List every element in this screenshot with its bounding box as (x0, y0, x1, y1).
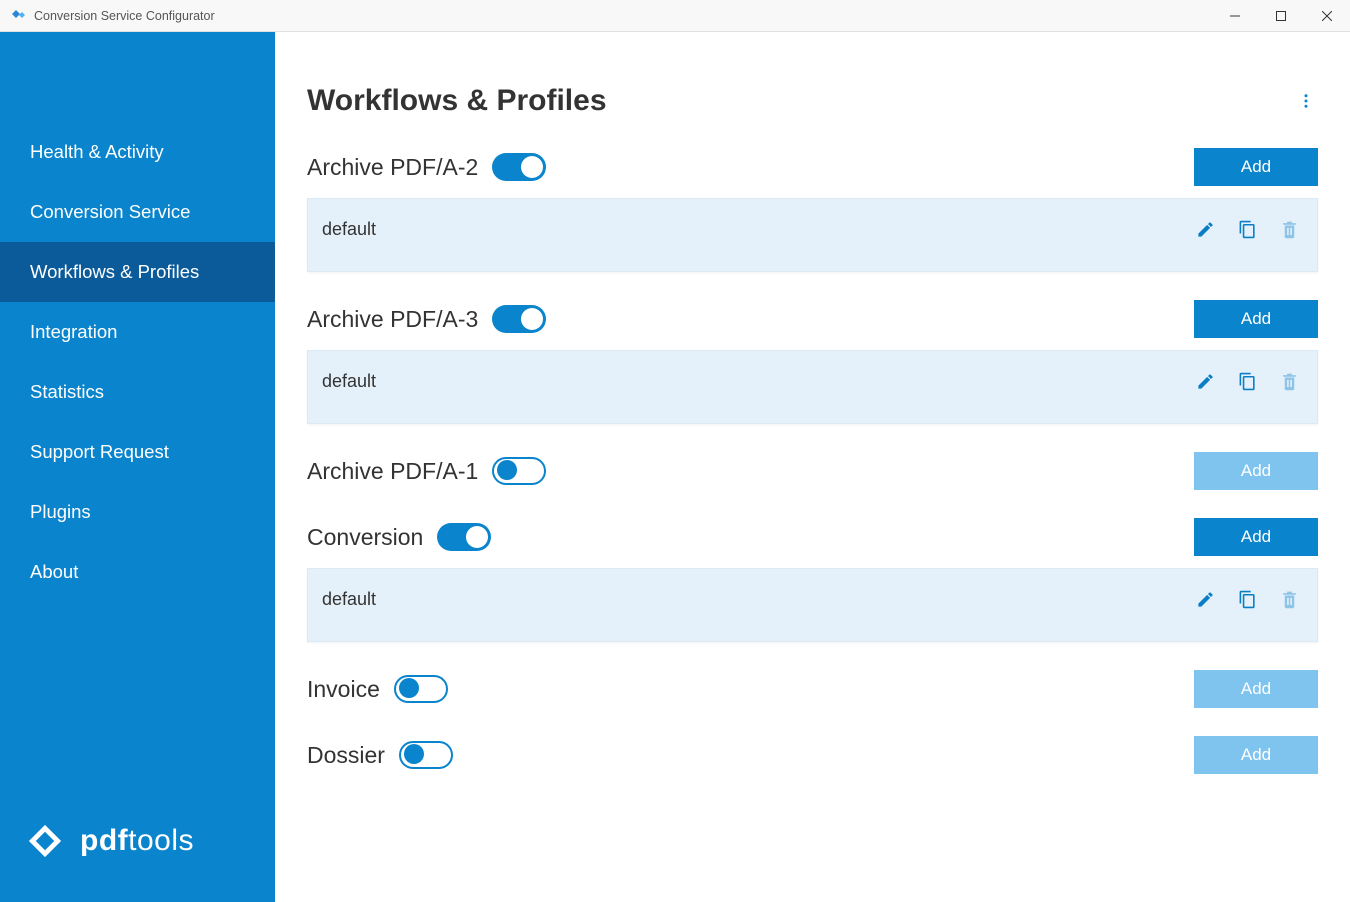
page-title: Workflows & Profiles (307, 84, 607, 118)
delete-profile-button[interactable] (1279, 371, 1299, 391)
edit-profile-button-icon (1196, 372, 1215, 391)
maximize-button[interactable] (1258, 0, 1304, 32)
workflow: Archive PDF/A-1 Add (307, 452, 1318, 490)
profile-actions (1195, 589, 1299, 609)
workflow-header: Dossier Add (307, 736, 1318, 774)
workflow-title: Archive PDF/A-1 (307, 458, 478, 485)
page-menu-button[interactable] (1294, 89, 1318, 113)
workflow-title: Conversion (307, 524, 423, 551)
profile-row[interactable]: default (307, 198, 1318, 272)
add-profile-button[interactable]: Add (1194, 148, 1318, 186)
workflow-toggle[interactable] (492, 457, 546, 485)
workflow-header: Archive PDF/A-1 Add (307, 452, 1318, 490)
window-controls (1212, 0, 1350, 32)
workflow-header: Archive PDF/A-2 Add (307, 148, 1318, 186)
sidebar-item-conversion-service[interactable]: Conversion Service (0, 182, 275, 242)
workflow-header: Conversion Add (307, 518, 1318, 556)
profile-actions (1195, 371, 1299, 391)
workflow-title: Invoice (307, 676, 380, 703)
workflow: Dossier Add (307, 736, 1318, 774)
add-profile-button: Add (1194, 736, 1318, 774)
workflow-header: Archive PDF/A-3 Add (307, 300, 1318, 338)
workflow: Archive PDF/A-3 Add default (307, 300, 1318, 424)
profile-name: default (322, 219, 376, 240)
duplicate-profile-button[interactable] (1237, 589, 1257, 609)
delete-profile-button[interactable] (1279, 219, 1299, 239)
sidebar-item-about[interactable]: About (0, 542, 275, 602)
sidebar-item-health-activity[interactable]: Health & Activity (0, 122, 275, 182)
edit-profile-button[interactable] (1195, 219, 1215, 239)
vertical-dots-icon (1297, 92, 1315, 110)
workflow-toggle[interactable] (492, 153, 546, 181)
page-header: Workflows & Profiles (307, 84, 1318, 118)
sidebar-item-support-request[interactable]: Support Request (0, 422, 275, 482)
pdftools-logo-icon (22, 820, 68, 862)
brand-text: pdftools (80, 824, 194, 858)
add-profile-button: Add (1194, 670, 1318, 708)
window-title: Conversion Service Configurator (34, 9, 215, 23)
edit-profile-button-icon (1196, 590, 1215, 609)
workflow: Invoice Add (307, 670, 1318, 708)
sidebar-item-workflows-profiles[interactable]: Workflows & Profiles (0, 242, 275, 302)
delete-profile-button-icon (1280, 220, 1299, 239)
edit-profile-button[interactable] (1195, 589, 1215, 609)
sidebar-item-statistics[interactable]: Statistics (0, 362, 275, 422)
sidebar-item-plugins[interactable]: Plugins (0, 482, 275, 542)
duplicate-profile-button-icon (1238, 220, 1257, 239)
profile-name: default (322, 371, 376, 392)
minimize-button[interactable] (1212, 0, 1258, 32)
workflow-toggle[interactable] (437, 523, 491, 551)
add-profile-button[interactable]: Add (1194, 518, 1318, 556)
main-content: Workflows & Profiles Archive PDF/A-2 Add d… (275, 32, 1350, 902)
workflow-title: Dossier (307, 742, 385, 769)
delete-profile-button-icon (1280, 372, 1299, 391)
edit-profile-button[interactable] (1195, 371, 1215, 391)
workflow-toggle[interactable] (394, 675, 448, 703)
profile-row[interactable]: default (307, 350, 1318, 424)
sidebar-brand: pdftools (0, 820, 275, 902)
add-profile-button[interactable]: Add (1194, 300, 1318, 338)
workflow-toggle[interactable] (399, 741, 453, 769)
sidebar-item-integration[interactable]: Integration (0, 302, 275, 362)
close-button[interactable] (1304, 0, 1350, 32)
edit-profile-button-icon (1196, 220, 1215, 239)
profile-actions (1195, 219, 1299, 239)
duplicate-profile-button[interactable] (1237, 371, 1257, 391)
profile-row[interactable]: default (307, 568, 1318, 642)
workflow-title: Archive PDF/A-2 (307, 154, 478, 181)
workflow-header: Invoice Add (307, 670, 1318, 708)
sidebar: Health & Activity Conversion Service Wor… (0, 32, 275, 902)
app-icon (10, 8, 26, 24)
duplicate-profile-button-icon (1238, 372, 1257, 391)
sidebar-nav: Health & Activity Conversion Service Wor… (0, 32, 275, 602)
workflow: Conversion Add default (307, 518, 1318, 642)
workflow-title: Archive PDF/A-3 (307, 306, 478, 333)
add-profile-button: Add (1194, 452, 1318, 490)
duplicate-profile-button[interactable] (1237, 219, 1257, 239)
titlebar: Conversion Service Configurator (0, 0, 1350, 32)
workflow-toggle[interactable] (492, 305, 546, 333)
duplicate-profile-button-icon (1238, 590, 1257, 609)
profile-name: default (322, 589, 376, 610)
delete-profile-button-icon (1280, 590, 1299, 609)
delete-profile-button[interactable] (1279, 589, 1299, 609)
workflow: Archive PDF/A-2 Add default (307, 148, 1318, 272)
